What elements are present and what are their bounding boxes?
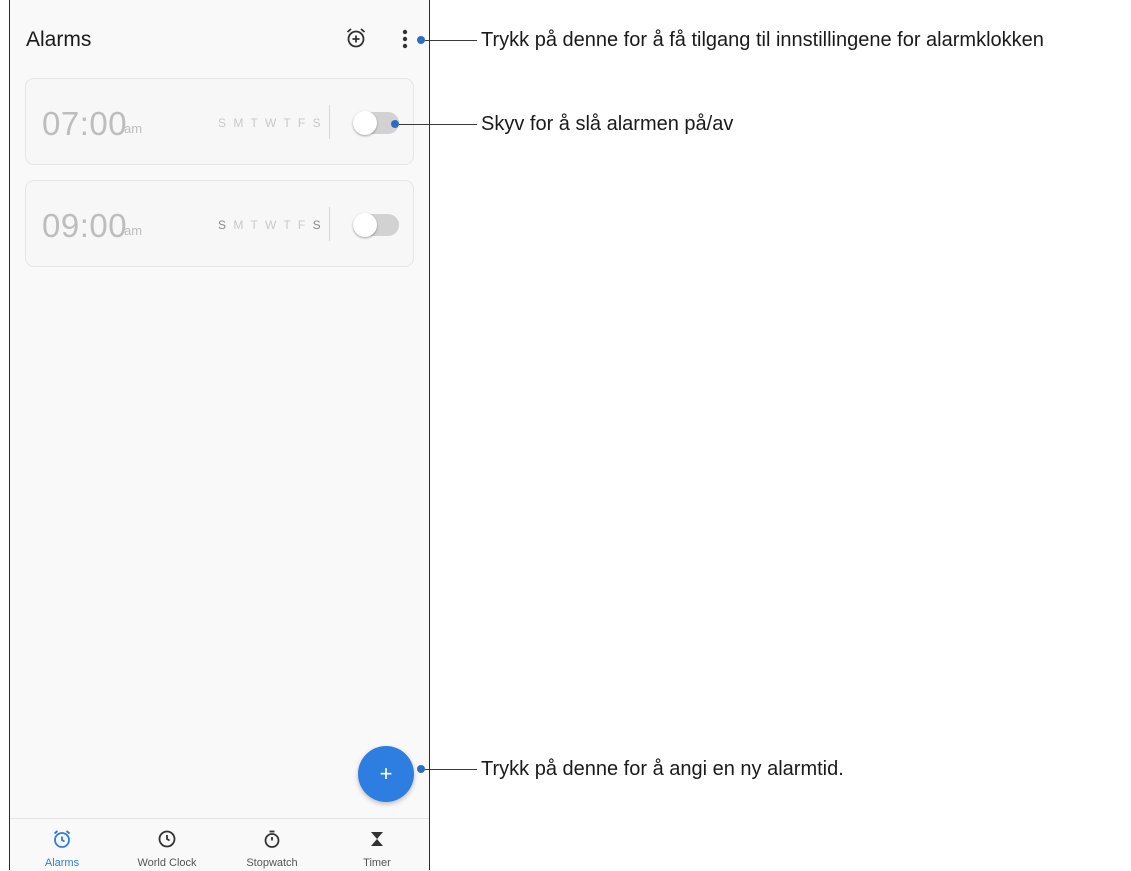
day-label: M	[233, 116, 246, 130]
day-label: W	[264, 116, 279, 130]
day-label: T	[250, 116, 260, 130]
alarm-toggle[interactable]	[353, 213, 399, 237]
callout-line	[425, 769, 477, 770]
alarm-card[interactable]: 09:00 am S M T W T F S	[25, 180, 414, 267]
phone-screen: Alarms 07:00 am S M T W T F S 09:00 am S…	[9, 0, 430, 871]
tab-label: World Clock	[137, 857, 197, 869]
alarm-days: S M T W T F S	[218, 116, 323, 130]
day-label: S	[218, 116, 229, 130]
callout-line	[425, 40, 477, 41]
alarm-clock-icon	[53, 830, 71, 848]
callout-marker	[417, 36, 425, 44]
divider	[329, 207, 330, 241]
divider	[329, 105, 330, 139]
day-label: F	[297, 218, 308, 232]
page-title: Alarms	[26, 28, 92, 51]
tab-label: Stopwatch	[246, 857, 298, 869]
alarm-add-icon[interactable]	[344, 26, 368, 50]
alarm-ampm: am	[124, 121, 143, 136]
day-label: T	[283, 116, 293, 130]
callout-settings: Trykk på denne for å få tilgang til inns…	[481, 29, 1044, 51]
callout-marker	[417, 765, 425, 773]
tab-label: Alarms	[44, 857, 80, 869]
bottom-nav: Alarms World Clock Stopwatch Timer	[10, 818, 429, 871]
alarm-ampm: am	[124, 223, 143, 238]
tab-timer[interactable]: Timer	[325, 819, 429, 871]
day-label: S	[218, 218, 229, 232]
day-label: F	[297, 116, 308, 130]
stopwatch-icon	[264, 830, 280, 848]
callout-marker	[391, 120, 399, 128]
hourglass-icon	[371, 832, 383, 846]
callout-add: Trykk på denne for å angi en ny alarmtid…	[481, 758, 844, 780]
clock-icon	[158, 830, 176, 848]
tab-world-clock[interactable]: World Clock	[115, 819, 219, 871]
alarm-time: 07:00	[42, 105, 128, 142]
day-label: W	[264, 218, 279, 232]
callout-line	[399, 124, 477, 125]
toggle-knob	[353, 213, 377, 237]
callout-toggle: Skyv for å slå alarmen på/av	[481, 113, 734, 135]
tab-alarms[interactable]: Alarms	[10, 819, 114, 871]
toggle-knob	[353, 111, 377, 135]
add-alarm-button[interactable]: +	[358, 746, 414, 802]
more-vertical-icon[interactable]	[398, 26, 412, 52]
tab-stopwatch[interactable]: Stopwatch	[220, 819, 324, 871]
day-label: M	[233, 218, 246, 232]
day-label: S	[312, 116, 323, 130]
day-label: T	[250, 218, 260, 232]
day-label: T	[283, 218, 293, 232]
alarm-days: S M T W T F S	[218, 218, 323, 232]
day-label: S	[312, 218, 323, 232]
tab-label: Timer	[363, 857, 391, 869]
alarm-time: 09:00	[42, 207, 128, 244]
alarm-card[interactable]: 07:00 am S M T W T F S	[25, 78, 414, 165]
